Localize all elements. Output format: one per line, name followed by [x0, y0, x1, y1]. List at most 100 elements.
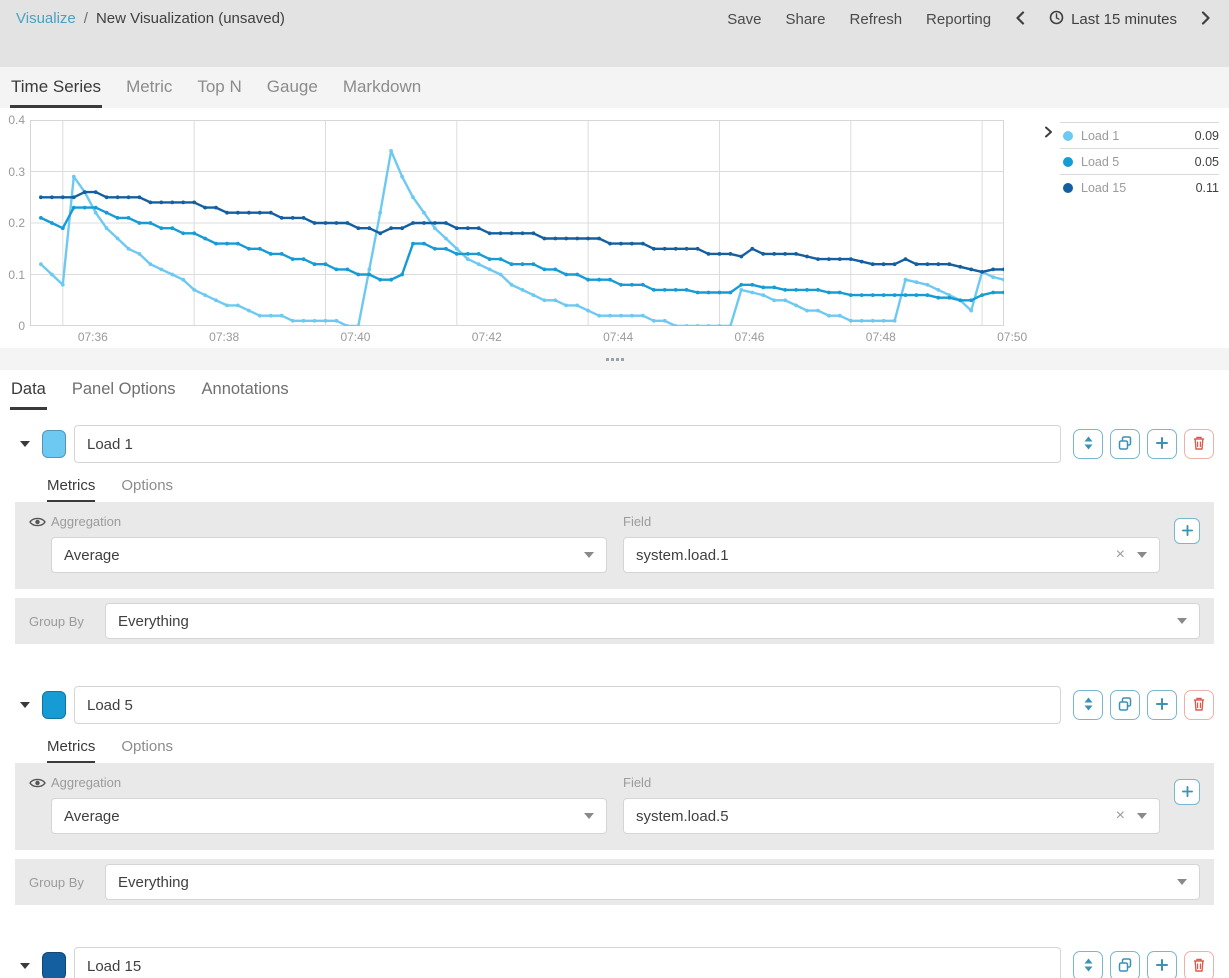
- refresh-button[interactable]: Refresh: [850, 11, 903, 28]
- series-reorder-button[interactable]: [1073, 951, 1103, 978]
- chevron-down-icon: [20, 702, 30, 708]
- series-actions: [1073, 951, 1214, 978]
- chart-x-axis: 07:3607:3807:4007:4207:4407:4607:4807:50: [60, 326, 1034, 348]
- chevron-right-icon: [1201, 11, 1211, 28]
- x-axis-tick: 07:50: [982, 330, 1042, 344]
- tab-metric[interactable]: Metric: [125, 67, 173, 108]
- series-color-swatch[interactable]: [42, 691, 66, 719]
- time-back-button[interactable]: [1015, 11, 1025, 28]
- share-button[interactable]: Share: [785, 11, 825, 28]
- clone-icon: [1118, 958, 1132, 975]
- chart-legend: Load 1 0.09 Load 5 0.05 Load 15 0.11: [1034, 120, 1229, 348]
- group-by-label: Group By: [29, 875, 91, 890]
- plus-icon: [1156, 959, 1168, 974]
- sort-updown-icon: [1083, 697, 1094, 714]
- x-axis-tick: 07:40: [325, 330, 385, 344]
- tab-options[interactable]: Options: [121, 477, 173, 502]
- series-clone-button[interactable]: [1110, 429, 1140, 459]
- series-delete-button[interactable]: [1184, 951, 1214, 978]
- sort-updown-icon: [1083, 436, 1094, 453]
- add-metric-button[interactable]: [1174, 779, 1200, 805]
- y-axis-tick: 0: [18, 319, 25, 333]
- field-combobox[interactable]: system.load.5 ×: [623, 798, 1160, 834]
- time-forward-button[interactable]: [1201, 11, 1211, 28]
- time-picker-label: Last 15 minutes: [1071, 11, 1177, 28]
- add-metric-button[interactable]: [1174, 518, 1200, 544]
- series-reorder-button[interactable]: [1073, 429, 1103, 459]
- series-delete-button[interactable]: [1184, 429, 1214, 459]
- legend-series-dot: [1063, 131, 1073, 141]
- time-picker[interactable]: Last 15 minutes: [1049, 10, 1177, 29]
- legend-collapse-button[interactable]: [1042, 122, 1055, 144]
- series-name-input[interactable]: [74, 947, 1061, 978]
- aggregation-label: Aggregation: [51, 775, 607, 790]
- metric-config-panel: Aggregation Average Field system.load.1 …: [15, 502, 1214, 589]
- plus-icon: [1182, 782, 1193, 802]
- tab-time-series[interactable]: Time Series: [10, 67, 102, 108]
- chevron-left-icon: [1015, 11, 1025, 28]
- series-color-swatch[interactable]: [42, 952, 66, 978]
- breadcrumb: Visualize / New Visualization (unsaved): [16, 10, 285, 27]
- tab-panel-options[interactable]: Panel Options: [71, 380, 177, 410]
- tab-metrics[interactable]: Metrics: [47, 477, 95, 502]
- legend-item[interactable]: Load 1 0.09: [1060, 122, 1219, 148]
- field-value: system.load.5: [636, 808, 1116, 825]
- field-combobox[interactable]: system.load.1 ×: [623, 537, 1160, 573]
- tab-top-n[interactable]: Top N: [196, 67, 242, 108]
- series-add-button[interactable]: [1147, 690, 1177, 720]
- chevron-down-icon: [20, 963, 30, 969]
- y-axis-tick: 0.2: [8, 216, 25, 230]
- clear-field-icon[interactable]: ×: [1116, 547, 1125, 563]
- legend-item[interactable]: Load 15 0.11: [1060, 174, 1219, 200]
- tab-options[interactable]: Options: [121, 738, 173, 763]
- chevron-down-icon: [1177, 618, 1187, 624]
- legend-series-label: Load 1: [1081, 129, 1195, 143]
- series-name-input[interactable]: [74, 425, 1061, 463]
- tab-gauge[interactable]: Gauge: [266, 67, 319, 108]
- eye-icon[interactable]: [29, 776, 51, 794]
- aggregation-select[interactable]: Average: [51, 537, 607, 573]
- series-collapse-caret[interactable]: [20, 963, 36, 969]
- series-collapse-caret[interactable]: [20, 441, 36, 447]
- tab-data[interactable]: Data: [10, 380, 47, 410]
- aggregation-label: Aggregation: [51, 514, 607, 529]
- legend-series-dot: [1063, 157, 1073, 167]
- header-actions: Save Share Refresh Reporting Last 15 min…: [727, 10, 1211, 29]
- legend-series-value: 0.09: [1195, 129, 1219, 143]
- viz-type-tabs: Time Series Metric Top N Gauge Markdown: [0, 67, 1229, 108]
- eye-icon[interactable]: [29, 515, 51, 533]
- aggregation-value: Average: [64, 547, 584, 564]
- chevron-down-icon: [20, 441, 30, 447]
- x-axis-tick: 07:44: [588, 330, 648, 344]
- x-axis-tick: 07:46: [719, 330, 779, 344]
- series-clone-button[interactable]: [1110, 951, 1140, 978]
- series-collapse-caret[interactable]: [20, 702, 36, 708]
- series-delete-button[interactable]: [1184, 690, 1214, 720]
- series-clone-button[interactable]: [1110, 690, 1140, 720]
- x-axis-tick: 07:38: [194, 330, 254, 344]
- series-reorder-button[interactable]: [1073, 690, 1103, 720]
- group-by-label: Group By: [29, 614, 91, 629]
- timeseries-plot[interactable]: [30, 120, 1004, 326]
- reporting-button[interactable]: Reporting: [926, 11, 991, 28]
- tab-annotations[interactable]: Annotations: [201, 380, 290, 410]
- group-by-select[interactable]: Everything: [105, 603, 1200, 639]
- legend-item[interactable]: Load 5 0.05: [1060, 148, 1219, 174]
- series-subtabs: Metrics Options: [47, 738, 1214, 763]
- aggregation-select[interactable]: Average: [51, 798, 607, 834]
- panel-resize-handle[interactable]: [0, 348, 1229, 370]
- chevron-down-icon: [1177, 879, 1187, 885]
- series-header-row: [15, 425, 1214, 463]
- series-add-button[interactable]: [1147, 429, 1177, 459]
- breadcrumb-visualize-link[interactable]: Visualize: [16, 10, 76, 27]
- tab-metrics[interactable]: Metrics: [47, 738, 95, 763]
- clear-field-icon[interactable]: ×: [1116, 808, 1125, 824]
- series-add-button[interactable]: [1147, 951, 1177, 978]
- save-button[interactable]: Save: [727, 11, 761, 28]
- tab-markdown[interactable]: Markdown: [342, 67, 422, 108]
- legend-series-value: 0.05: [1195, 155, 1219, 169]
- series-color-swatch[interactable]: [42, 430, 66, 458]
- series-name-input[interactable]: [74, 686, 1061, 724]
- timeseries-chart-section: 00.10.20.30.4 07:3607:3807:4007:4207:440…: [0, 108, 1229, 348]
- group-by-select[interactable]: Everything: [105, 864, 1200, 900]
